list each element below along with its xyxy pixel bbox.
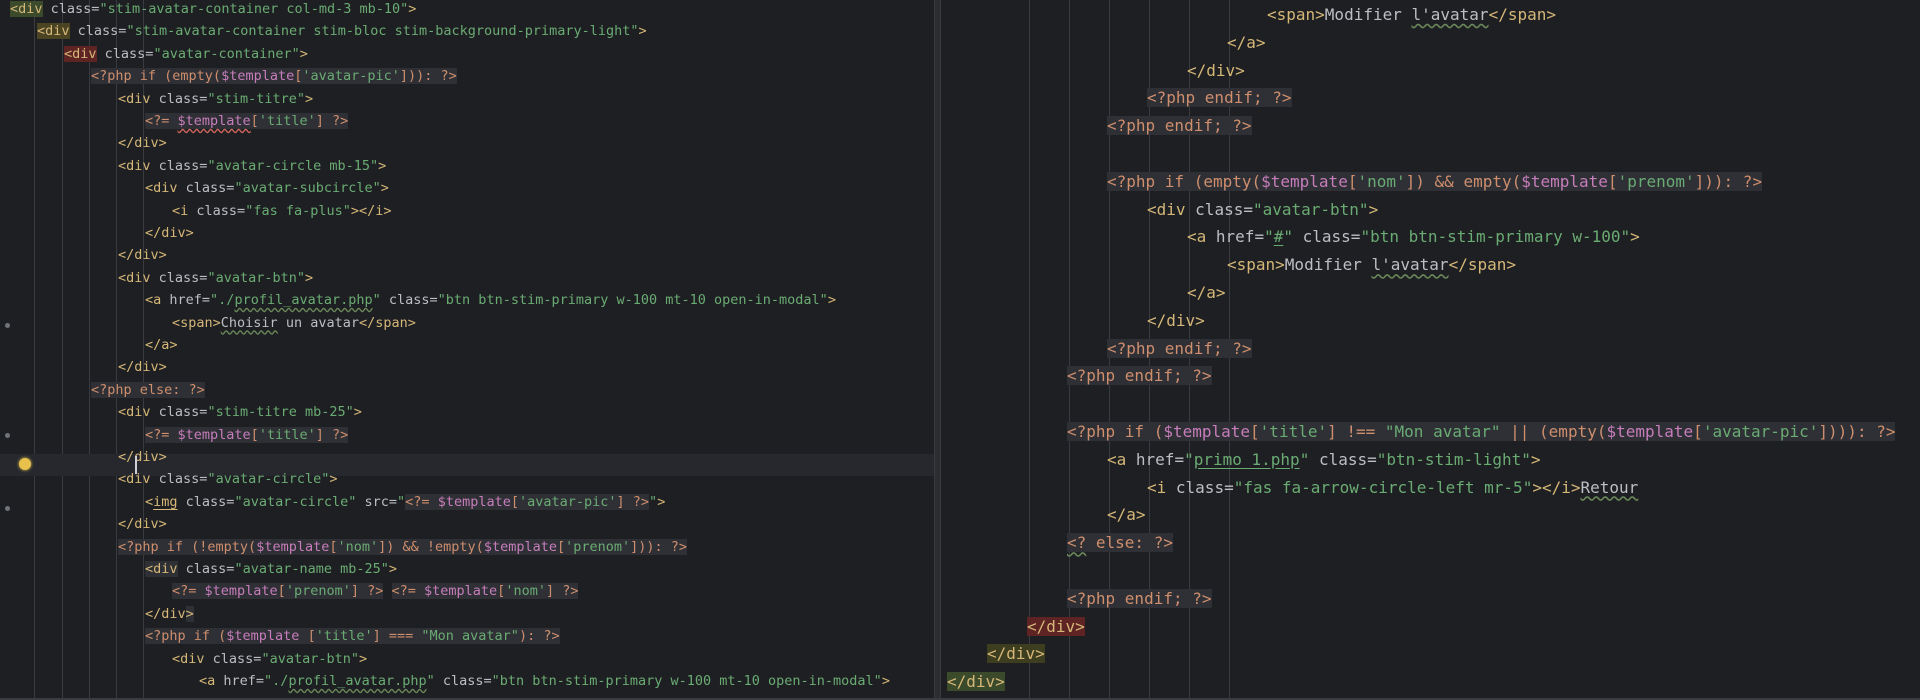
code-line[interactable]: <i class="fas fa-plus"></i> bbox=[172, 200, 392, 222]
code-line[interactable]: <a href="./profil_avatar.php" class="btn… bbox=[199, 670, 890, 692]
code-line[interactable]: <? else: ?> bbox=[1067, 529, 1173, 557]
code-line[interactable]: </div> bbox=[118, 446, 167, 468]
code-line[interactable]: </div> bbox=[145, 222, 194, 244]
code-line[interactable]: <div class="avatar-btn"> bbox=[1147, 196, 1378, 224]
code-line[interactable]: <div class="avatar-subcircle"> bbox=[145, 177, 389, 199]
code-line[interactable]: <img class="avatar-circle" src="<?= $tem… bbox=[145, 491, 665, 513]
code-line[interactable]: <?php if (empty($template['avatar-pic'])… bbox=[91, 65, 457, 87]
code-line[interactable]: <span>Modifier l'avatar</span> bbox=[1267, 1, 1556, 29]
fold-marker-icon[interactable] bbox=[5, 433, 10, 438]
code-line[interactable]: </div> bbox=[118, 132, 167, 154]
code-line[interactable]: <?php endif; ?> bbox=[1107, 335, 1252, 363]
code-line[interactable]: <a href="./profil_avatar.php" class="btn… bbox=[145, 289, 836, 311]
code-line[interactable]: </a> bbox=[1107, 501, 1146, 529]
editor-split-divider[interactable] bbox=[934, 0, 941, 700]
right-editor-pane[interactable]: <span>Modifier l'avatar</span> </a> </div>… bbox=[941, 0, 1920, 700]
code-line[interactable]: <?php if ($template ['title'] === "Mon a… bbox=[145, 625, 560, 647]
code-line[interactable]: <a href="primo_1.php" class="btn-stim-li… bbox=[1107, 446, 1541, 474]
code-line[interactable]: <div class="avatar-circle mb-15"> bbox=[118, 155, 386, 177]
code-line[interactable]: <?php if (!empty($template['nom']) && !e… bbox=[118, 536, 688, 558]
code-line[interactable]: <div class="avatar-btn"> bbox=[172, 648, 367, 670]
code-line[interactable]: <div class="avatar-name mb-25"> bbox=[145, 558, 397, 580]
code-line[interactable]: <span>Modifier l'avatar</span> bbox=[1227, 251, 1516, 279]
code-line[interactable]: </div> bbox=[118, 356, 167, 378]
code-line[interactable]: </div> bbox=[987, 640, 1045, 668]
code-line[interactable]: </div> bbox=[118, 244, 167, 266]
fold-marker-icon[interactable] bbox=[5, 506, 10, 511]
code-line[interactable]: </a> bbox=[1187, 279, 1226, 307]
code-line[interactable]: </div> bbox=[118, 513, 167, 535]
fold-marker-icon[interactable] bbox=[5, 323, 10, 328]
code-line[interactable]: </a> bbox=[1227, 29, 1266, 57]
code-line[interactable]: <?= $template['title'] ?> bbox=[145, 110, 349, 132]
code-line[interactable]: </div> bbox=[1027, 613, 1085, 641]
code-line[interactable]: <div class="stim-titre mb-25"> bbox=[118, 401, 362, 423]
code-line[interactable]: <?php endif; ?> bbox=[1107, 112, 1252, 140]
code-line[interactable]: <?php if ($template['title'] !== "Mon av… bbox=[1067, 418, 1896, 446]
code-line[interactable]: </a> bbox=[145, 334, 178, 356]
text-caret bbox=[135, 456, 137, 474]
code-line[interactable]: <div class="stim-avatar-container col-md… bbox=[10, 0, 416, 20]
code-line[interactable]: <div class="avatar-container"> bbox=[64, 43, 308, 65]
code-line[interactable]: <?= $template['title'] ?> bbox=[145, 424, 349, 446]
code-line[interactable]: <?php endif; ?> bbox=[1067, 362, 1212, 390]
code-line[interactable]: <?php endif; ?> bbox=[1147, 84, 1292, 112]
code-line[interactable]: <?php if (empty($template['nom']) && emp… bbox=[1107, 168, 1763, 196]
code-line[interactable]: <div class="stim-titre"> bbox=[118, 88, 313, 110]
code-line[interactable]: <?= $template['prenom'] ?> <?= $template… bbox=[172, 580, 579, 602]
code-line[interactable]: <div class="stim-avatar-container stim-b… bbox=[37, 20, 647, 42]
code-line[interactable]: <?php else: ?> bbox=[91, 379, 205, 401]
code-line[interactable]: <div class="avatar-btn"> bbox=[118, 267, 313, 289]
code-line[interactable]: <?php endif; ?> bbox=[1067, 585, 1212, 613]
left-editor-pane[interactable]: <div class="stim-avatar-container col-md… bbox=[0, 0, 934, 700]
code-line[interactable]: <span>Choisir un avatar</span> bbox=[172, 312, 416, 334]
code-line[interactable]: </div> bbox=[1147, 307, 1205, 335]
code-line[interactable]: <i class="fas fa-arrow-circle-left mr-5"… bbox=[1147, 474, 1638, 502]
code-line[interactable]: <a href="#" class="btn btn-stim-primary … bbox=[1187, 223, 1640, 251]
code-line[interactable]: </div> bbox=[1187, 57, 1245, 85]
lightbulb-icon[interactable] bbox=[19, 458, 31, 470]
code-line[interactable]: </div> bbox=[947, 668, 1005, 696]
code-line[interactable]: </div> bbox=[145, 603, 194, 625]
code-line[interactable]: <div class="avatar-circle"> bbox=[118, 468, 338, 490]
